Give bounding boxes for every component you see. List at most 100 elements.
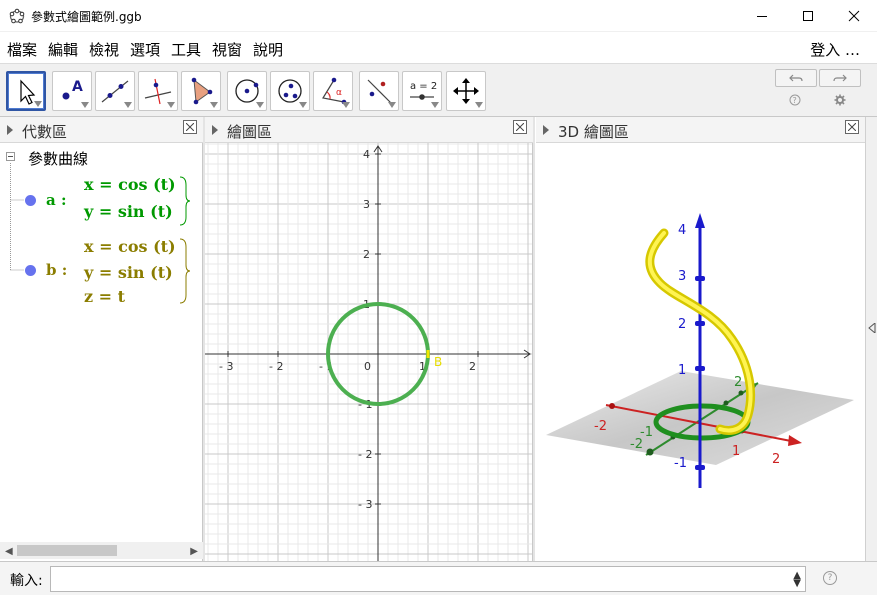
- equation-b-z[interactable]: z = t: [84, 287, 125, 306]
- circle-center-tool[interactable]: [227, 71, 267, 111]
- dropdown-triangle-icon: [124, 102, 132, 108]
- dropdown-triangle-icon: [210, 102, 218, 108]
- graphics3d-panel-title: 3D 繪圖區: [558, 123, 629, 141]
- panel-collapse-arrow-icon[interactable]: [7, 125, 13, 135]
- object-name-b: b :: [46, 261, 68, 279]
- x-tick-label: 2: [469, 360, 476, 373]
- help-icon[interactable]: ?: [789, 94, 801, 106]
- point-label: B: [434, 355, 442, 369]
- dropdown-triangle-icon: [299, 102, 307, 108]
- svg-text:a = 2: a = 2: [410, 81, 437, 92]
- move-tool[interactable]: [6, 71, 46, 111]
- toolbar: A α a = 2 ?: [0, 63, 877, 117]
- menu-window[interactable]: 視窗: [212, 39, 242, 60]
- z-tick-label: 3: [678, 269, 686, 284]
- reflect-tool[interactable]: [359, 71, 399, 111]
- x-tick-label: - 2: [269, 360, 283, 373]
- graphics-panel-title: 繪圖區: [227, 123, 273, 141]
- polygon-tool[interactable]: [181, 71, 221, 111]
- menu-view[interactable]: 檢視: [89, 39, 119, 60]
- graphics-view[interactable]: - 3- 2- 10124321- 1- 2- 3B: [205, 143, 533, 561]
- scroll-right-arrow-icon[interactable]: ▶: [190, 546, 198, 557]
- x-tick-label: 0: [364, 360, 371, 373]
- equation-a-x[interactable]: x = cos (t): [84, 175, 176, 194]
- y-tick-label: 2: [363, 248, 370, 261]
- input-bar: 輸入: ▲ ▼ ?: [0, 561, 877, 595]
- settings-gear-icon[interactable]: [834, 94, 846, 106]
- history-spinner-icon[interactable]: ▲ ▼: [793, 571, 801, 589]
- brace-b: [179, 238, 191, 304]
- undo-icon: [789, 74, 803, 82]
- panel-collapse-arrow-icon[interactable]: [212, 125, 218, 135]
- y-axis-tick: [646, 448, 654, 456]
- y-axis-tick: [723, 400, 729, 406]
- graphics-canvas[interactable]: - 3- 2- 1 0 1 24321- 1- 2- 3B: [205, 143, 533, 561]
- algebra-horizontal-scrollbar[interactable]: ◀ ▶: [0, 542, 203, 559]
- z-axis-tick: [695, 321, 705, 326]
- y-tick-label: 4: [363, 148, 370, 161]
- minimize-button[interactable]: [739, 0, 785, 32]
- side-panel-toggle[interactable]: [865, 117, 877, 561]
- equation-a-y[interactable]: y = sin (t): [84, 202, 173, 221]
- close-icon: [516, 123, 524, 131]
- equation-b-y[interactable]: y = sin (t): [84, 263, 173, 282]
- redo-button[interactable]: [819, 69, 861, 87]
- close-icon: [848, 123, 856, 131]
- close-algebra-panel-button[interactable]: [183, 120, 197, 134]
- x-tick-label: 1: [732, 444, 740, 459]
- z-axis-tick: [695, 366, 705, 371]
- graphics3d-canvas[interactable]: 4 3 2 1 -1 -2 1 2 2 -1 -2: [536, 143, 864, 561]
- input-label: 輸入:: [10, 573, 43, 589]
- dropdown-triangle-icon: [431, 102, 439, 108]
- z-axis-tick: [695, 465, 705, 470]
- z-tick-label: 2: [678, 317, 686, 332]
- panel-divider[interactable]: [533, 117, 535, 561]
- undo-button[interactable]: [775, 69, 817, 87]
- menu-options[interactable]: 選項: [130, 39, 160, 60]
- minimize-icon: [757, 16, 767, 17]
- brace-a: [179, 176, 191, 226]
- z-tick-label: 1: [678, 363, 686, 378]
- z-axis-tick: [695, 276, 705, 281]
- algebra-panel-title: 代數區: [22, 123, 68, 141]
- slider-tool[interactable]: a = 2: [402, 71, 442, 111]
- dropdown-triangle-icon: [34, 101, 42, 107]
- line-tool[interactable]: [95, 71, 135, 111]
- close-graphics-panel-button[interactable]: [513, 120, 527, 134]
- close-icon: [848, 10, 860, 22]
- dropdown-triangle-icon: [81, 102, 89, 108]
- menu-edit[interactable]: 編輯: [48, 39, 78, 60]
- perpendicular-line-tool[interactable]: [138, 71, 178, 111]
- move-graphics-tool[interactable]: [446, 71, 486, 111]
- svg-text:α: α: [336, 88, 342, 98]
- z-axis-arrow-icon: [695, 213, 705, 228]
- algebra-view[interactable]: 參數曲線 a : x = cos (t) y = sin (t) b : x =…: [0, 143, 203, 561]
- scrollbar-thumb[interactable]: [17, 545, 117, 556]
- maximize-button[interactable]: [785, 0, 831, 32]
- equation-b-x[interactable]: x = cos (t): [84, 237, 176, 256]
- close-graphics3d-panel-button[interactable]: [845, 120, 859, 134]
- panel-collapse-arrow-icon[interactable]: [543, 125, 549, 135]
- visibility-toggle-a[interactable]: [25, 195, 36, 206]
- x-tick-label: 2: [772, 452, 780, 467]
- x-axis-tick: [609, 403, 615, 409]
- visibility-toggle-b[interactable]: [25, 265, 36, 276]
- menu-tools[interactable]: 工具: [171, 39, 201, 60]
- window-title: 參數式繪圖範例.ggb: [31, 10, 142, 24]
- point-tool[interactable]: A: [52, 71, 92, 111]
- angle-tool[interactable]: α: [313, 71, 353, 111]
- svg-text:A: A: [72, 79, 83, 95]
- x-tick-label: - 3: [219, 360, 233, 373]
- dropdown-triangle-icon: [342, 102, 350, 108]
- scroll-left-arrow-icon[interactable]: ◀: [5, 546, 13, 557]
- menu-help[interactable]: 說明: [253, 39, 283, 60]
- input-field[interactable]: ▲ ▼: [50, 566, 806, 592]
- y-tick-label: 2: [734, 375, 742, 390]
- circle-three-points-tool[interactable]: [270, 71, 310, 111]
- input-help-icon[interactable]: ?: [823, 571, 837, 585]
- z-tick-label: 4: [678, 223, 686, 238]
- close-window-button[interactable]: [831, 0, 877, 32]
- menu-file[interactable]: 檔案: [7, 39, 37, 60]
- graphics3d-view[interactable]: 4 3 2 1 -1 -2 1 2 2 -1 -2: [536, 143, 864, 561]
- login-button[interactable]: 登入 …: [810, 39, 860, 60]
